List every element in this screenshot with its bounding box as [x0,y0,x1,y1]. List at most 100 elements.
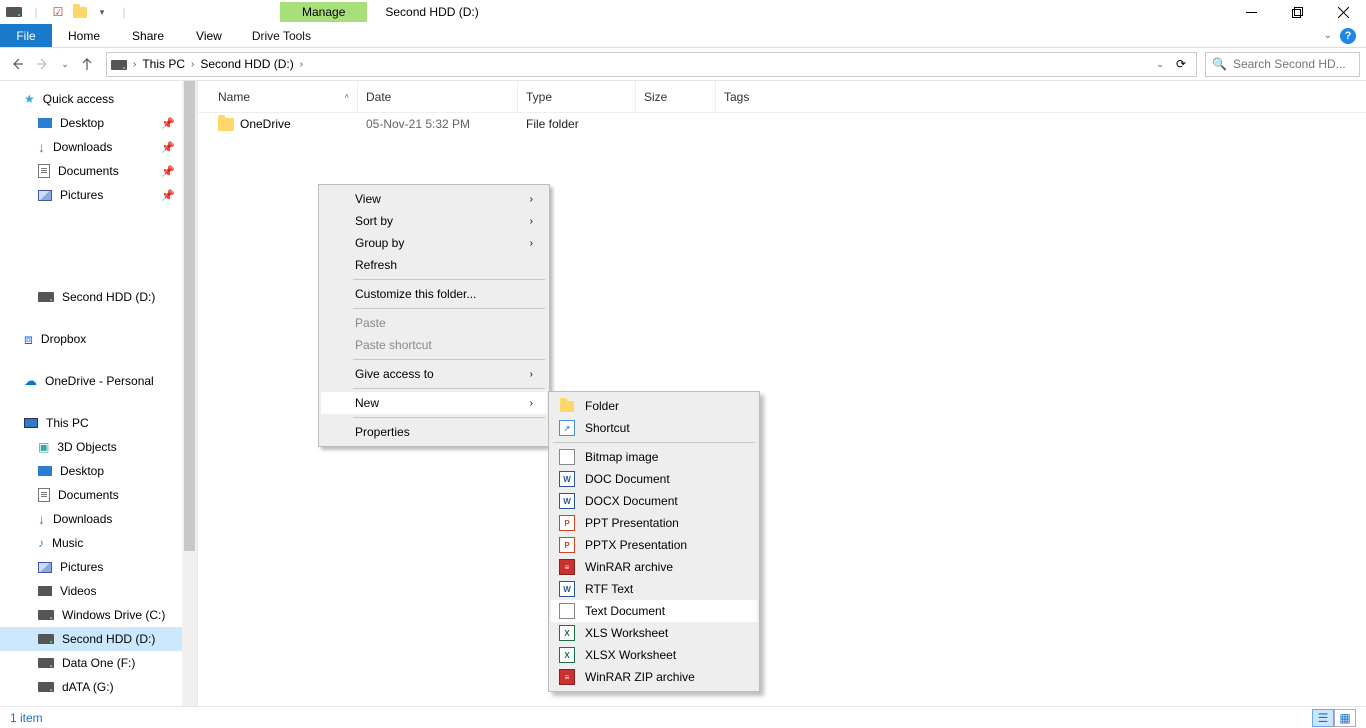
quick-access-toolbar: | ☑ ▾ | [0,5,138,19]
sidebar-item-drive-f[interactable]: Data One (F:) [0,651,197,675]
maximize-button[interactable] [1274,0,1320,24]
chevron-right-icon[interactable]: › [189,59,196,70]
submenu-item[interactable]: WDOC Document [551,468,757,490]
pin-icon: 📌 [161,117,175,130]
submenu-item[interactable]: WRTF Text [551,578,757,600]
sidebar-this-pc[interactable]: This PC [0,411,197,435]
nav-bar: ⌄ › This PC › Second HDD (D:) › ⌄ ⟳ 🔍 [0,48,1366,81]
column-tags[interactable]: Tags [716,81,796,112]
sidebar-item-3d-objects[interactable]: ▣3D Objects [0,435,197,459]
close-button[interactable] [1320,0,1366,24]
ctx-sort-by[interactable]: Sort by› [321,210,547,232]
search-box[interactable]: 🔍 [1205,52,1360,77]
view-details-button[interactable]: ☰ [1312,709,1334,727]
address-dropdown-icon[interactable]: ⌄ [1156,59,1164,70]
sidebar-item-downloads[interactable]: ↓Downloads📌 [0,135,197,159]
chevron-right-icon: › [510,194,533,205]
file-row[interactable]: OneDrive 05-Nov-21 5:32 PM File folder [198,113,1366,135]
properties-icon[interactable]: ☑ [50,5,66,19]
sidebar-item-label: dATA (G:) [62,680,114,694]
dropbox-icon: ⧈ [24,331,33,348]
tab-view[interactable]: View [180,24,238,47]
ctx-customize[interactable]: Customize this folder... [321,283,547,305]
separator [353,417,545,418]
chevron-right-icon[interactable]: › [131,59,138,70]
separator [553,442,755,443]
sidebar-item-pictures[interactable]: Pictures📌 [0,183,197,207]
sidebar-item-pictures-pc[interactable]: Pictures [0,555,197,579]
sidebar-item-music[interactable]: ♪Music [0,531,197,555]
ctx-refresh[interactable]: Refresh [321,254,547,276]
submenu-item[interactable]: PPPT Presentation [551,512,757,534]
sidebar-quick-access[interactable]: ★Quick access [0,87,197,111]
ctx-give-access[interactable]: Give access to› [321,363,547,385]
submenu-item[interactable]: XXLS Worksheet [551,622,757,644]
chevron-right-icon[interactable]: › [298,59,305,70]
sidebar-item-drive-d[interactable]: Second HDD (D:) [0,627,197,651]
submenu-item[interactable]: Text Document [551,600,757,622]
forward-button[interactable] [32,53,54,75]
sidebar-item-drive-h[interactable]: Data (H:) [0,699,197,706]
qat-dropdown-icon[interactable]: ▾ [94,5,110,19]
up-button[interactable] [76,53,98,75]
sidebar-item-drive-g[interactable]: dATA (G:) [0,675,197,699]
submenu-item[interactable]: WDOCX Document [551,490,757,512]
tab-home[interactable]: Home [52,24,116,47]
recent-dropdown-icon[interactable]: ⌄ [58,53,72,75]
submenu-label: Text Document [585,604,665,618]
column-date[interactable]: Date [358,81,518,112]
column-size[interactable]: Size [636,81,716,112]
breadcrumb-this-pc[interactable]: This PC [138,57,189,71]
tab-drive-tools[interactable]: Drive Tools [238,24,325,47]
sidebar-item-desktop[interactable]: Desktop📌 [0,111,197,135]
minimize-button[interactable] [1228,0,1274,24]
ribbon-collapse-icon[interactable]: ⌄ [1324,30,1332,41]
sidebar-scrollbar[interactable] [182,81,197,706]
ctx-group-by[interactable]: Group by› [321,232,547,254]
help-icon[interactable]: ? [1340,28,1356,44]
sidebar-item-documents[interactable]: Documents 📌 [0,159,197,183]
sidebar-item-drive-c[interactable]: Windows Drive (C:) [0,603,197,627]
sidebar-onedrive[interactable]: ☁OneDrive - Personal [0,369,197,393]
submenu-item[interactable]: PPPTX Presentation [551,534,757,556]
sidebar-item-label: Downloads [53,140,112,154]
pin-icon: 📌 [161,165,175,178]
view-icons-button[interactable]: ▦ [1334,709,1356,727]
ctx-new[interactable]: New› [321,392,547,414]
sidebar-item-documents-pc[interactable]: Documents [0,483,197,507]
submenu-item[interactable]: XXLSX Worksheet [551,644,757,666]
submenu-item[interactable]: ≡WinRAR ZIP archive [551,666,757,688]
submenu-label: PPTX Presentation [585,538,687,552]
sidebar-item-downloads-pc[interactable]: ↓Downloads [0,507,197,531]
sidebar-item-label: Documents [58,164,119,178]
ctx-label: View [355,192,381,206]
txt-icon [559,449,575,465]
tab-share[interactable]: Share [116,24,180,47]
sidebar-item-desktop-pc[interactable]: Desktop [0,459,197,483]
sidebar-item-videos[interactable]: Videos [0,579,197,603]
column-name[interactable]: Name˄ [210,81,358,112]
address-bar[interactable]: › This PC › Second HDD (D:) › ⌄ ⟳ [106,52,1197,77]
submenu-item[interactable]: ↗Shortcut [551,417,757,439]
sidebar-item-label: Pictures [60,560,103,574]
ctx-view[interactable]: View › [321,188,547,210]
pin-icon: 📌 [161,141,175,154]
refresh-icon[interactable]: ⟳ [1170,57,1192,71]
column-type[interactable]: Type [518,81,636,112]
new-submenu: Folder↗Shortcut Bitmap imageWDOC Document… [548,391,760,692]
tab-file[interactable]: File [0,24,52,47]
sidebar-dropbox[interactable]: ⧈Dropbox [0,327,197,351]
drive-icon [38,610,54,620]
submenu-label: XLS Worksheet [585,626,668,640]
sidebar-item-second-hdd-qa[interactable]: Second HDD (D:) [0,285,197,309]
folder-qat-icon[interactable] [72,5,88,19]
back-button[interactable] [6,53,28,75]
qat-sep2: | [116,5,132,19]
search-input[interactable] [1233,57,1353,71]
manage-tab[interactable]: Manage [280,2,367,22]
submenu-item[interactable]: Bitmap image [551,446,757,468]
submenu-item[interactable]: ≡WinRAR archive [551,556,757,578]
submenu-item[interactable]: Folder [551,395,757,417]
breadcrumb-current[interactable]: Second HDD (D:) [196,57,297,71]
ctx-properties[interactable]: Properties [321,421,547,443]
